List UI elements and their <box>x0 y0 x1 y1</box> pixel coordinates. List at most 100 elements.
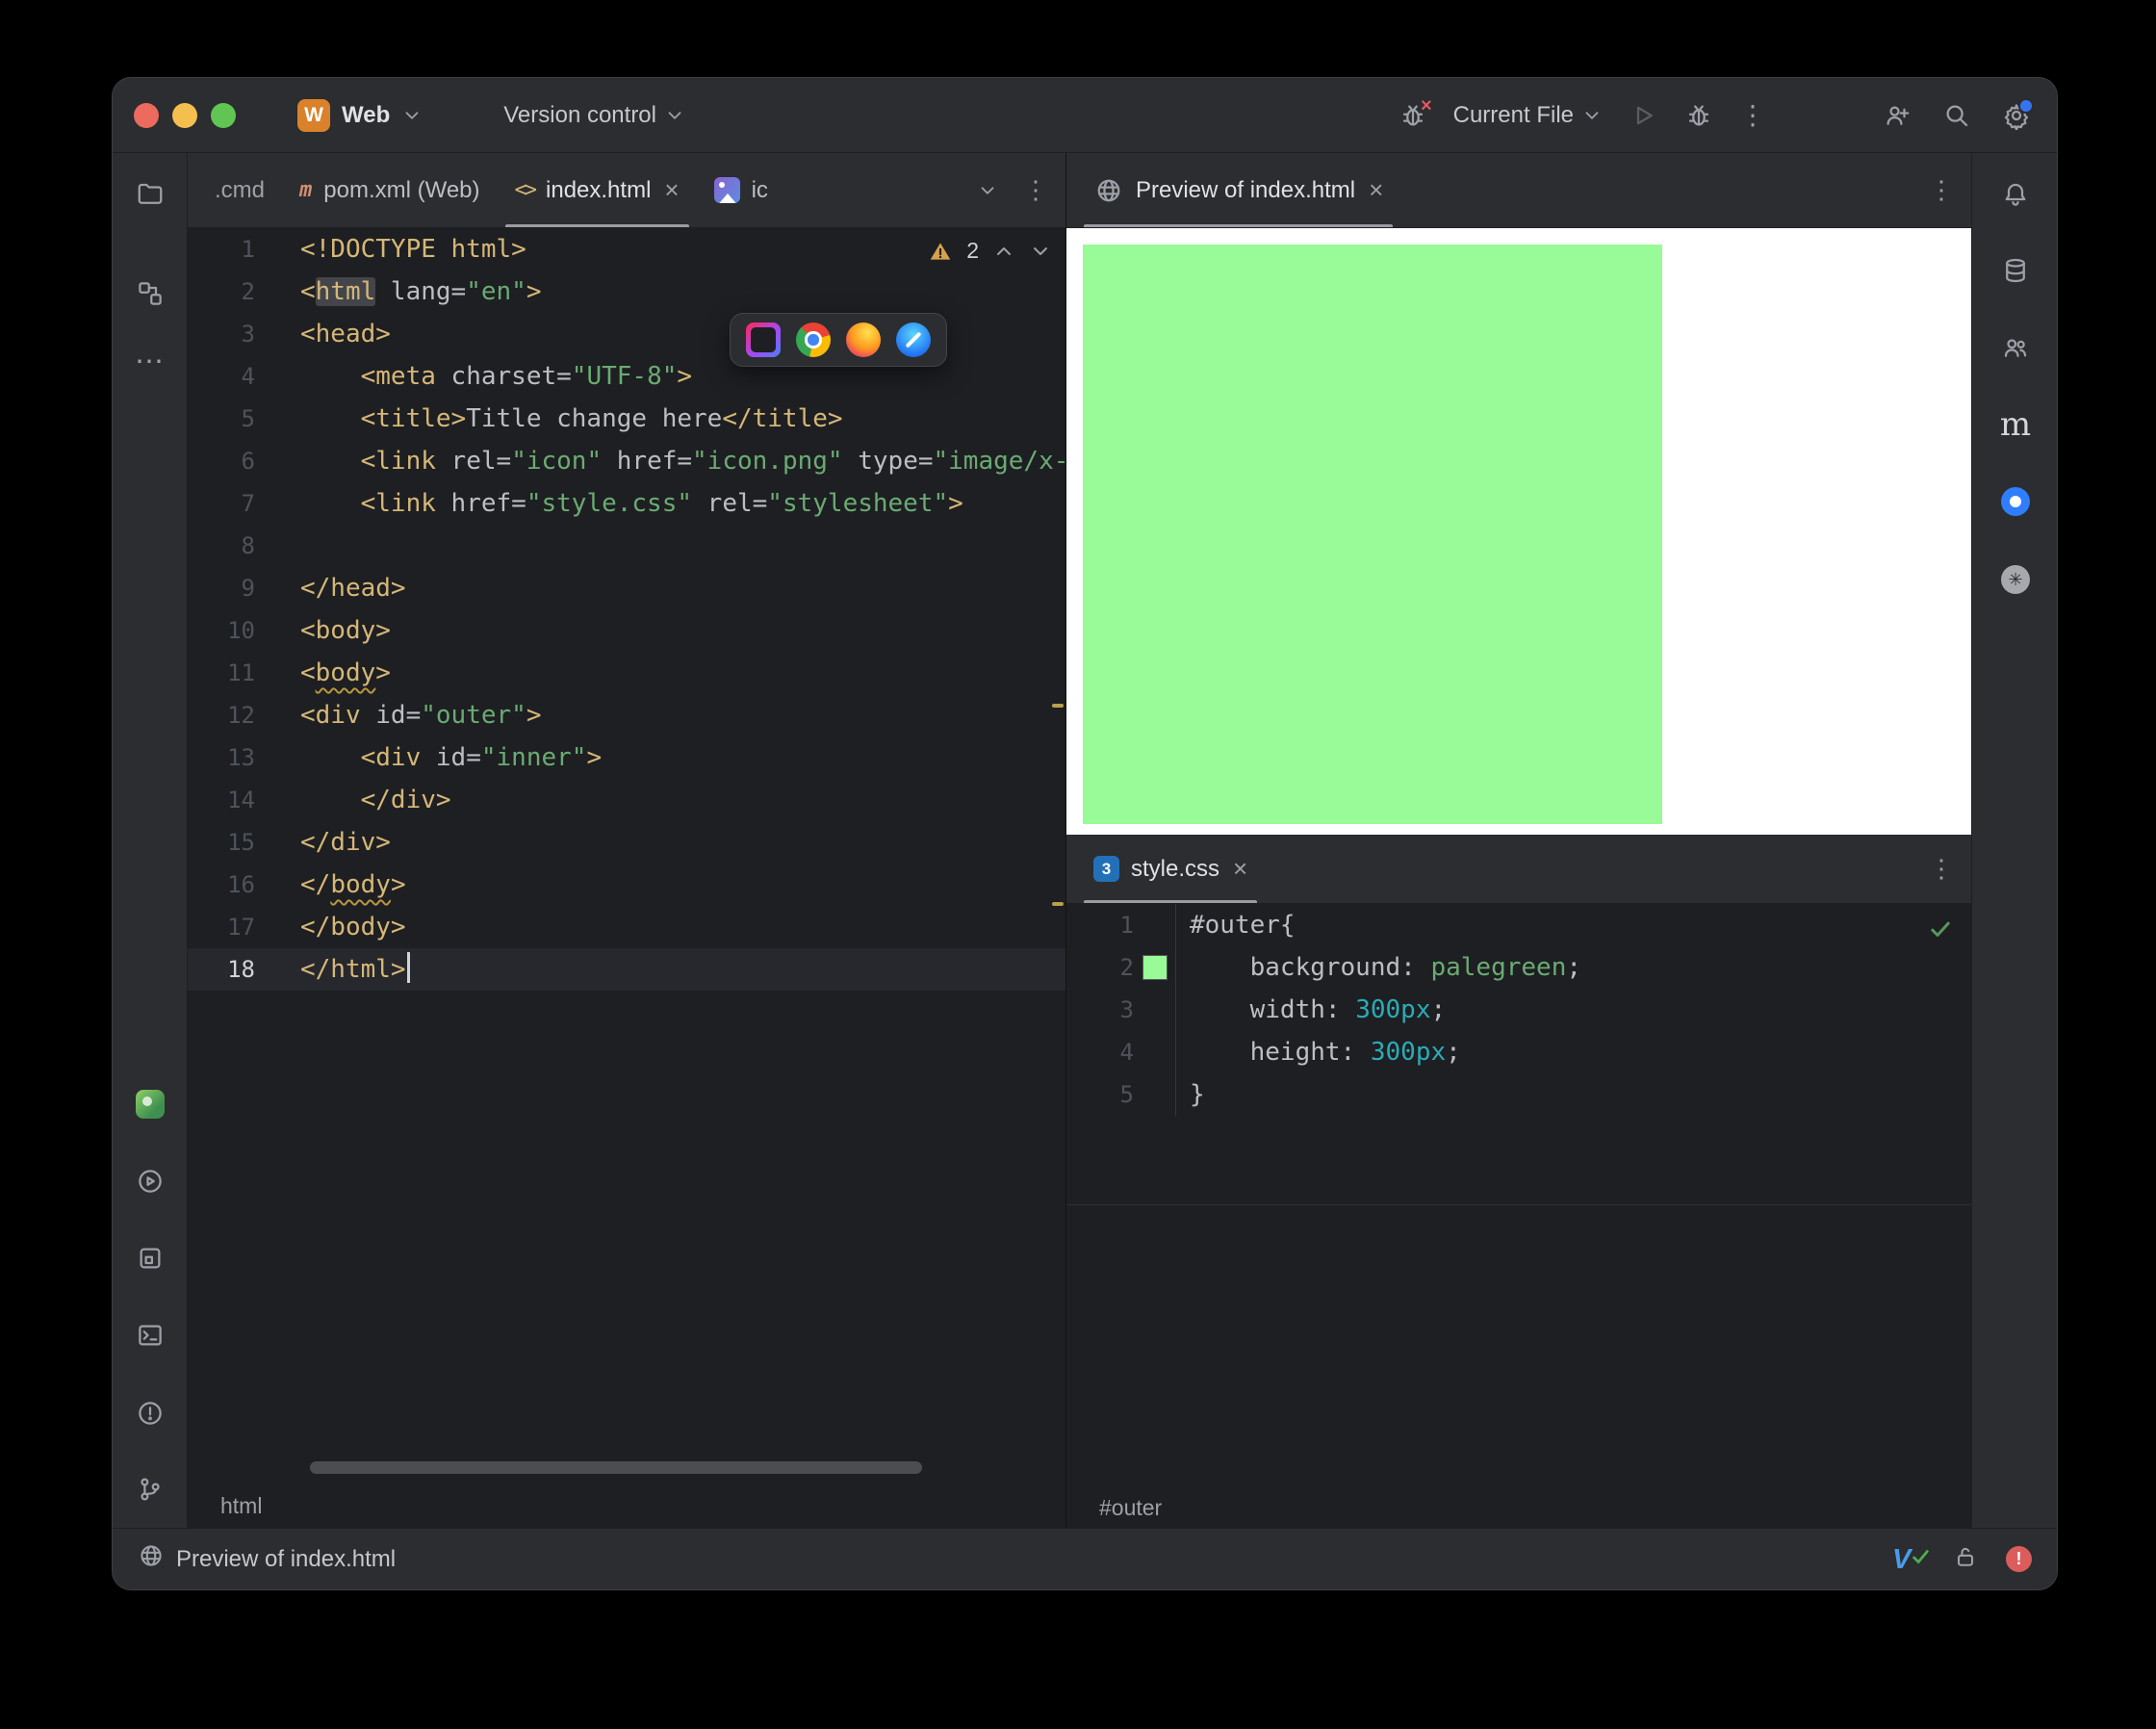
code-line[interactable]: 10 <body> <box>188 609 1065 652</box>
error-indicator-icon[interactable]: ! <box>2006 1546 2032 1572</box>
code-line[interactable]: 12 <div id="outer"> <box>188 694 1065 736</box>
problems-tool-icon[interactable] <box>135 1398 166 1429</box>
tool-window-icon[interactable] <box>135 1243 166 1274</box>
code-line[interactable]: 3 width: 300px; <box>1066 989 1971 1031</box>
zoom-button[interactable] <box>211 102 236 128</box>
project-widget[interactable]: W Web <box>297 98 423 132</box>
no-problems-check-icon[interactable] <box>1927 916 1954 942</box>
minimize-button[interactable] <box>172 102 197 128</box>
line-number: 9 <box>241 575 255 602</box>
chevron-down-icon <box>668 111 681 119</box>
more-tools-icon[interactable]: ⋯ <box>135 346 166 377</box>
code-line[interactable]: 13 <div id="inner"> <box>188 736 1065 779</box>
inspections-widget[interactable]: 2 <box>928 238 1052 264</box>
v-check-widget[interactable]: V <box>1892 1544 1929 1575</box>
previous-problem-icon[interactable] <box>992 240 1015 263</box>
code-line[interactable]: 9 </head> <box>188 567 1065 609</box>
lock-icon[interactable] <box>1952 1543 1979 1575</box>
breadcrumb-item[interactable]: #outer <box>1099 1495 1162 1521</box>
openai-tool-icon[interactable]: ✳ <box>2000 564 2031 595</box>
code-text: } <box>1190 1080 1205 1109</box>
close-icon[interactable]: × <box>1233 854 1247 884</box>
search-icon[interactable] <box>1941 100 1972 131</box>
code-line[interactable]: 8 <box>188 525 1065 567</box>
line-number: 14 <box>227 787 255 813</box>
line-number: 17 <box>227 914 255 941</box>
code-line[interactable]: 7 <link href="style.css" rel="stylesheet… <box>188 482 1065 525</box>
structure-tool-icon[interactable] <box>135 278 166 309</box>
code-line[interactable]: 11 <body> <box>188 652 1065 694</box>
community-tool-icon[interactable] <box>2000 332 2031 363</box>
tab-pom-xml[interactable]: m pom.xml (Web) <box>282 153 498 227</box>
debug-button[interactable] <box>1683 100 1714 131</box>
run-button[interactable] <box>1628 100 1658 131</box>
code-line[interactable]: 14 </div> <box>188 779 1065 821</box>
code-line[interactable]: 16 </body> <box>188 864 1065 906</box>
next-problem-icon[interactable] <box>1029 240 1052 263</box>
close-button[interactable] <box>134 102 159 128</box>
css-file-icon: 3 <box>1093 856 1119 882</box>
horizontal-scrollbar[interactable] <box>310 1461 922 1474</box>
vcs-widget[interactable]: Version control <box>503 102 685 129</box>
line-number: 16 <box>227 871 255 898</box>
preview-options-icon[interactable]: ⋮ <box>1929 175 1954 205</box>
color-swatch-gutter[interactable] <box>1134 946 1176 989</box>
code-line[interactable]: 6 <link rel="icon" href="icon.png" type=… <box>188 440 1065 482</box>
code-line[interactable]: 18 </html> <box>188 948 1065 991</box>
css-options-icon[interactable]: ⋮ <box>1929 854 1954 884</box>
breadcrumb[interactable]: #outer <box>1066 1485 1971 1530</box>
database-tool-icon[interactable] <box>2000 255 2031 286</box>
css-editor[interactable]: 1 #outer{2 background: palegreen; 3 width:… <box>1066 904 1971 1485</box>
firefox-icon[interactable] <box>846 323 881 357</box>
code-line[interactable]: 2 <html lang="en"> <box>188 271 1065 313</box>
ai-chat-icon[interactable] <box>2000 486 2031 517</box>
gutter-space <box>1134 1031 1176 1073</box>
project-icon: W <box>297 98 330 132</box>
ide-browser-icon[interactable] <box>746 323 781 357</box>
run-configuration-selector[interactable]: Current File <box>1453 102 1603 129</box>
close-icon[interactable]: × <box>1369 175 1383 205</box>
close-icon[interactable]: × <box>664 175 679 205</box>
code-line[interactable]: 2 background: palegreen; <box>1066 946 1971 989</box>
mellum-m-icon[interactable]: m <box>2000 408 2031 441</box>
tab-preview[interactable]: Preview of index.html × <box>1076 153 1400 227</box>
tab-style-css[interactable]: 3 style.css × <box>1076 835 1265 903</box>
code-line[interactable]: 17 </body> <box>188 906 1065 948</box>
notifications-bell-icon[interactable] <box>2000 179 2031 210</box>
code-line[interactable]: 4 height: 300px; <box>1066 1031 1971 1073</box>
editor-options-icon[interactable]: ⋮ <box>1023 175 1048 205</box>
line-number: 4 <box>241 363 255 390</box>
chrome-icon[interactable] <box>796 323 831 357</box>
color-swatch[interactable] <box>1142 955 1168 980</box>
show-hidden-tabs-icon[interactable] <box>977 180 998 201</box>
tab-cmd[interactable]: .cmd <box>197 153 282 227</box>
debugger-attach-icon[interactable]: × <box>1398 96 1432 131</box>
html-editor[interactable]: 1 <!DOCTYPE html> 2 <html lang="en"> 3 <head>… <box>188 228 1065 1484</box>
safari-icon[interactable] <box>896 323 931 357</box>
preview-outer-div <box>1083 245 1662 824</box>
code-text: height: 300px; <box>1190 1038 1461 1067</box>
services-tool-icon[interactable] <box>135 1166 166 1197</box>
terminal-tool-icon[interactable] <box>135 1320 166 1351</box>
tab-label: .cmd <box>215 176 266 203</box>
run-widget: × Current File ⋮ <box>1398 96 1766 131</box>
status-message-group[interactable]: Preview of index.html <box>138 1542 396 1576</box>
line-number: 11 <box>227 659 255 686</box>
code-line[interactable]: 5} <box>1066 1073 1971 1116</box>
code-line[interactable]: 5 <title>Title change here</title> <box>188 398 1065 440</box>
breadcrumb[interactable]: html <box>188 1484 1065 1528</box>
tab-index-html[interactable]: <> index.html × <box>498 153 697 227</box>
breadcrumb-item[interactable]: html <box>220 1493 262 1519</box>
browser-preview[interactable] <box>1066 228 1971 835</box>
code-line[interactable]: 1 #outer{ <box>1066 904 1971 946</box>
code-line[interactable]: 15 </div> <box>188 821 1065 864</box>
tab-icon-png[interactable]: ic <box>697 153 805 227</box>
git-branch-tool-icon[interactable] <box>135 1474 166 1505</box>
chevron-down-icon <box>405 111 419 119</box>
more-actions-icon[interactable]: ⋮ <box>1739 99 1766 131</box>
line-number: 4 <box>1119 1039 1134 1066</box>
code-with-me-icon[interactable] <box>1882 100 1912 131</box>
plugin-tool-icon[interactable] <box>135 1089 166 1120</box>
project-tool-icon[interactable] <box>135 179 166 210</box>
settings-gear-icon[interactable] <box>2001 97 2034 131</box>
